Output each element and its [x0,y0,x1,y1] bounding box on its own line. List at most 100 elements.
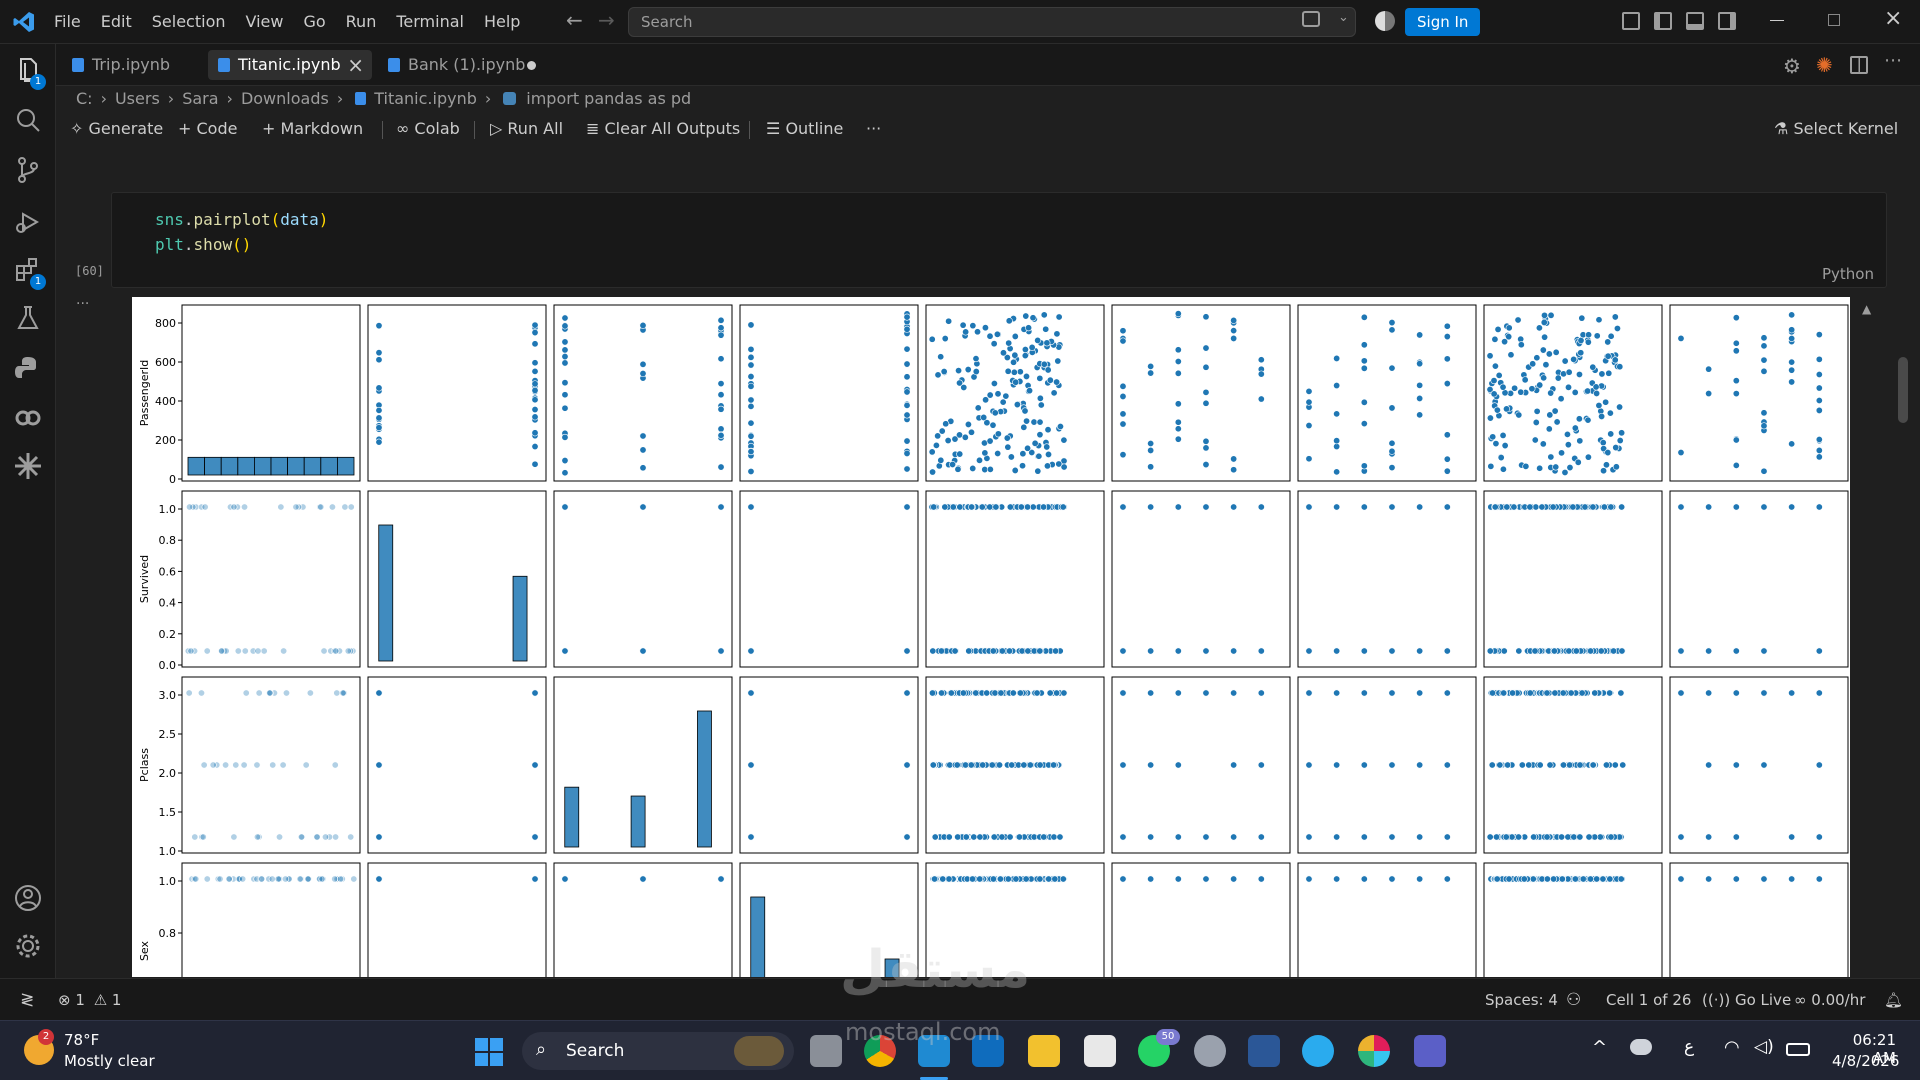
slack-icon[interactable] [1358,1035,1390,1067]
breadcrumb-sara[interactable]: Sara [182,86,218,112]
tab-bank[interactable]: Bank (1).ipynb [378,50,544,80]
file-explorer-icon[interactable] [1028,1035,1060,1067]
close-tab-icon[interactable]: × [347,50,364,80]
more-actions-icon[interactable]: ⋯ [1884,50,1902,71]
add-markdown-cell-button[interactable]: + Markdown [262,114,363,144]
taskbar-search-box[interactable]: ⌕ Search [522,1032,794,1070]
cell-position-status[interactable]: Cell 1 of 26 [1606,979,1691,1021]
input-language[interactable]: ع [1684,1037,1694,1057]
copilot-chat-icon[interactable] [1302,11,1320,27]
show-hidden-icons-chevron-icon[interactable]: ^ [1592,1037,1607,1058]
wifi-icon[interactable]: ◠ [1724,1037,1740,1058]
scatter-point [1004,367,1012,375]
remote-icon[interactable]: ≷ [20,979,34,1021]
tab-trip[interactable]: Trip.ipynb [62,50,200,80]
colab-rate-status[interactable]: ∞ 0.00/hr [1794,979,1865,1021]
breadcrumb-drive[interactable]: C: [76,86,93,112]
copilot-status-icon[interactable]: ⚇ [1566,979,1581,1021]
select-kernel-button[interactable]: ⚗ Select Kernel [1774,114,1898,144]
menu-go[interactable]: Go [293,7,335,37]
teams-icon[interactable] [1414,1035,1446,1067]
outline-button[interactable]: ☰ Outline [766,114,843,144]
scatter-point [941,335,949,343]
breadcrumb-users[interactable]: Users [115,86,160,112]
add-code-cell-button[interactable]: + Code [178,114,237,144]
toggle-panel-icon[interactable] [1686,12,1704,30]
manage-gear-icon[interactable] [12,930,44,962]
clock-date[interactable]: 4/8/2026 [1832,1052,1899,1070]
kernel-icon: ⚗ [1774,119,1789,138]
notebook-settings-gear-icon[interactable]: ⚙ [1783,54,1801,78]
minimize-icon[interactable] [1770,20,1784,21]
code-cell[interactable]: sns.pairplot(data) plt.show() Python [111,192,1887,288]
menu-run[interactable]: Run [336,7,387,37]
restore-icon[interactable] [1828,14,1840,26]
scatter-point [717,391,725,399]
search-icon[interactable] [12,104,44,136]
scatter-point [1147,439,1155,447]
menu-selection[interactable]: Selection [142,7,236,37]
y-tick-label: 3.0 [159,689,177,702]
microsoft-store-icon[interactable] [1084,1035,1116,1067]
chevron-down-icon[interactable]: ⌄ [1338,10,1349,25]
code-editor[interactable]: sns.pairplot(data) plt.show() [155,207,328,257]
breadcrumb-cell[interactable]: import pandas as pd [526,86,691,112]
generate-button[interactable]: ✧ Generate [70,114,163,144]
toolbar-more-button[interactable]: ··· [866,114,881,144]
weather-temp[interactable]: 78°F [64,1031,99,1049]
word-icon[interactable] [1248,1035,1280,1067]
telegram-icon[interactable] [1302,1035,1334,1067]
command-center-search[interactable]: Search [628,7,1356,37]
forward-arrow-icon[interactable]: → [598,8,615,32]
weather-desc[interactable]: Mostly clear [64,1052,155,1070]
testing-flask-icon[interactable] [12,302,44,334]
go-live-button[interactable]: ((·)) Go Live [1702,979,1791,1021]
scatter-point [1499,431,1507,439]
menu-terminal[interactable]: Terminal [386,7,474,37]
scrollbar-thumb[interactable] [1898,357,1908,423]
cell-language-label[interactable]: Python [1822,265,1874,283]
run-all-button[interactable]: ▷ Run All [490,114,563,144]
run-debug-icon[interactable] [12,206,44,238]
spark-orange-icon[interactable]: ✺ [1816,53,1833,77]
breadcrumb-file[interactable]: Titanic.ipynb [374,86,477,112]
tab-titanic[interactable]: Titanic.ipynb × [208,50,372,80]
close-window-icon[interactable]: × [1884,6,1902,31]
colab-button[interactable]: ∞ Colab [396,114,460,144]
toggle-secondary-sidebar-icon[interactable] [1718,12,1736,30]
unsaved-dot-icon[interactable] [527,61,536,70]
breadcrumb-downloads[interactable]: Downloads [241,86,329,112]
accounts-icon[interactable] [12,882,44,914]
scroll-up-icon[interactable]: ▲ [1862,302,1871,316]
start-windows-icon[interactable] [474,1037,504,1067]
accounts-orb-icon[interactable] [1375,11,1395,31]
menu-help[interactable]: Help [474,7,530,37]
scatter-point [1491,503,1499,511]
spark-icon[interactable] [12,450,44,482]
clear-all-outputs-button[interactable]: ≣ Clear All Outputs [586,114,740,144]
battery-icon[interactable] [1786,1043,1810,1056]
menu-view[interactable]: View [236,7,294,37]
scatter-point [937,353,945,361]
settings-gear-icon[interactable] [1194,1035,1226,1067]
onedrive-icon[interactable] [1630,1039,1652,1055]
vscode-logo-icon[interactable] [12,10,36,34]
back-arrow-icon[interactable]: ← [566,8,583,32]
task-view-icon[interactable] [810,1035,842,1067]
scatter-point [1492,440,1500,448]
python-icon[interactable] [12,352,44,384]
source-control-icon[interactable] [12,154,44,186]
sign-in-button[interactable]: Sign In [1405,8,1481,36]
menu-edit[interactable]: Edit [91,7,142,37]
notifications-bell-icon[interactable]: 🔔︎ [1884,979,1903,1021]
colab-icon[interactable] [12,402,44,434]
split-editor-icon[interactable] [1850,56,1868,74]
scatter-point [1051,875,1059,883]
indentation-status[interactable]: Spaces: 4 [1485,979,1558,1021]
output-more-button[interactable]: ··· [76,296,89,312]
problems-indicator[interactable]: ⊗ 1 ⚠ 1 [58,979,121,1021]
volume-icon[interactable]: ◁) [1754,1037,1774,1057]
toggle-primary-sidebar-icon[interactable] [1654,12,1672,30]
menu-file[interactable]: File [44,7,91,37]
customize-layout-icon[interactable] [1622,12,1640,30]
